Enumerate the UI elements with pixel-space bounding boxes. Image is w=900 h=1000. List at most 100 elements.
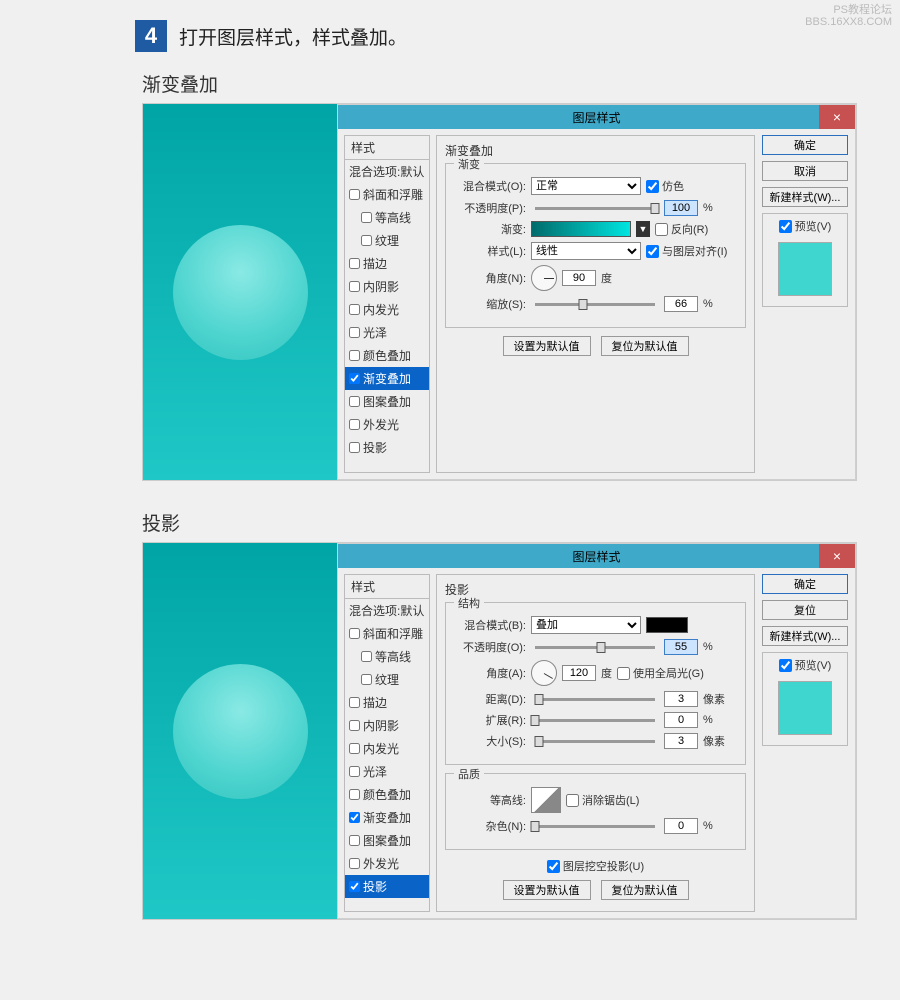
- angle-dial[interactable]: [531, 660, 557, 686]
- size-input[interactable]: [664, 733, 698, 749]
- make-default-button[interactable]: 设置为默认值: [503, 880, 591, 900]
- dialog-titlebar[interactable]: 图层样式 ×: [338, 105, 855, 129]
- shadow-color-swatch[interactable]: [646, 617, 688, 633]
- blend-mode-label: 混合模式(O):: [456, 178, 526, 194]
- preview-swatch: [778, 242, 832, 296]
- noise-input[interactable]: [664, 818, 698, 834]
- knockout-checkbox[interactable]: 图层挖空投影(U): [445, 858, 746, 874]
- style-item-2[interactable]: 纹理: [345, 229, 429, 252]
- style-item-label: 图案叠加: [363, 832, 411, 849]
- scale-input[interactable]: [664, 296, 698, 312]
- style-item-label: 等高线: [375, 648, 411, 665]
- gradient-dropdown-icon[interactable]: ▼: [636, 221, 650, 237]
- angle-label: 角度(A):: [456, 665, 526, 681]
- style-item-10[interactable]: 外发光: [345, 852, 429, 875]
- reset-default-button[interactable]: 复位为默认值: [601, 880, 689, 900]
- reset-button[interactable]: 复位: [762, 600, 848, 620]
- style-item-9[interactable]: 图案叠加: [345, 390, 429, 413]
- reverse-checkbox[interactable]: 反向(R): [655, 221, 708, 237]
- style-item-11[interactable]: 投影: [345, 436, 429, 459]
- style-list: 样式 混合选项:默认 斜面和浮雕等高线纹理描边内阴影内发光光泽颜色叠加渐变叠加图…: [344, 574, 430, 912]
- style-item-5[interactable]: 内发光: [345, 737, 429, 760]
- group-legend: 结构: [454, 595, 484, 611]
- new-style-button[interactable]: 新建样式(W)...: [762, 626, 848, 646]
- style-item-8[interactable]: 渐变叠加: [345, 806, 429, 829]
- preview-canvas-2: [143, 543, 337, 919]
- angle-input[interactable]: [562, 270, 596, 286]
- size-slider[interactable]: [535, 740, 655, 743]
- gradient-style-select[interactable]: 线性: [531, 242, 641, 260]
- ok-button[interactable]: 确定: [762, 135, 848, 155]
- close-button[interactable]: ×: [819, 105, 855, 129]
- spread-input[interactable]: [664, 712, 698, 728]
- style-item-label: 渐变叠加: [363, 809, 411, 826]
- dither-checkbox[interactable]: 仿色: [646, 178, 684, 194]
- style-item-0[interactable]: 斜面和浮雕: [345, 183, 429, 206]
- style-item-6[interactable]: 光泽: [345, 321, 429, 344]
- noise-slider[interactable]: [535, 825, 655, 828]
- style-item-label: 外发光: [363, 416, 399, 433]
- style-item-4[interactable]: 内阴影: [345, 714, 429, 737]
- style-item-8[interactable]: 渐变叠加: [345, 367, 429, 390]
- opacity-slider[interactable]: [535, 646, 655, 649]
- style-item-9[interactable]: 图案叠加: [345, 829, 429, 852]
- style-item-11[interactable]: 投影: [345, 875, 429, 898]
- spread-slider[interactable]: [535, 719, 655, 722]
- cancel-button[interactable]: 取消: [762, 161, 848, 181]
- style-item-label: 等高线: [375, 209, 411, 226]
- blend-options-item[interactable]: 混合选项:默认: [345, 599, 429, 622]
- style-item-3[interactable]: 描边: [345, 691, 429, 714]
- opacity-input[interactable]: [664, 200, 698, 216]
- align-checkbox[interactable]: 与图层对齐(I): [646, 243, 727, 259]
- scale-slider[interactable]: [535, 303, 655, 306]
- group-legend: 渐变: [454, 156, 484, 172]
- gradient-swatch[interactable]: [531, 221, 631, 237]
- style-item-1[interactable]: 等高线: [345, 206, 429, 229]
- close-button[interactable]: ×: [819, 544, 855, 568]
- style-item-label: 光泽: [363, 763, 387, 780]
- style-item-label: 斜面和浮雕: [363, 186, 423, 203]
- reset-default-button[interactable]: 复位为默认值: [601, 336, 689, 356]
- blend-mode-select[interactable]: 正常: [531, 177, 641, 195]
- preview-checkbox[interactable]: 预览(V): [779, 218, 832, 234]
- preview-checkbox[interactable]: 预览(V): [779, 657, 832, 673]
- make-default-button[interactable]: 设置为默认值: [503, 336, 591, 356]
- style-item-6[interactable]: 光泽: [345, 760, 429, 783]
- layer-style-dialog-1: 图层样式 × 样式 混合选项:默认 斜面和浮雕等高线纹理描边内阴影内发光光泽颜色…: [337, 104, 856, 480]
- opacity-slider[interactable]: [535, 207, 655, 210]
- watermark-text: PS教程论坛 BBS.16XX8.COM: [805, 4, 892, 28]
- distance-slider[interactable]: [535, 698, 655, 701]
- style-item-label: 内发光: [363, 301, 399, 318]
- style-item-label: 内发光: [363, 740, 399, 757]
- style-item-7[interactable]: 颜色叠加: [345, 783, 429, 806]
- blend-options-item[interactable]: 混合选项:默认: [345, 160, 429, 183]
- style-item-7[interactable]: 颜色叠加: [345, 344, 429, 367]
- style-item-0[interactable]: 斜面和浮雕: [345, 622, 429, 645]
- new-style-button[interactable]: 新建样式(W)...: [762, 187, 848, 207]
- opacity-input[interactable]: [664, 639, 698, 655]
- close-icon: ×: [833, 109, 841, 125]
- ok-button[interactable]: 确定: [762, 574, 848, 594]
- drop-shadow-panel: 投影 结构 混合模式(B): 叠加 不透明度(O): %: [436, 574, 755, 912]
- size-label: 大小(S):: [456, 733, 526, 749]
- antialias-checkbox[interactable]: 消除锯齿(L): [566, 792, 639, 808]
- style-item-1[interactable]: 等高线: [345, 645, 429, 668]
- distance-input[interactable]: [664, 691, 698, 707]
- style-item-label: 描边: [363, 255, 387, 272]
- angle-input[interactable]: [562, 665, 596, 681]
- step-number-badge: 4: [135, 20, 167, 52]
- style-item-2[interactable]: 纹理: [345, 668, 429, 691]
- angle-dial[interactable]: [531, 265, 557, 291]
- blend-mode-select[interactable]: 叠加: [531, 616, 641, 634]
- group-legend: 品质: [454, 766, 484, 782]
- contour-swatch[interactable]: [531, 787, 561, 813]
- style-item-3[interactable]: 描边: [345, 252, 429, 275]
- dialog-titlebar[interactable]: 图层样式 ×: [338, 544, 855, 568]
- global-light-checkbox[interactable]: 使用全局光(G): [617, 665, 704, 681]
- style-list: 样式 混合选项:默认 斜面和浮雕等高线纹理描边内阴影内发光光泽颜色叠加渐变叠加图…: [344, 135, 430, 473]
- preview-sphere: [173, 225, 308, 360]
- style-item-label: 投影: [363, 439, 387, 456]
- style-item-5[interactable]: 内发光: [345, 298, 429, 321]
- style-item-10[interactable]: 外发光: [345, 413, 429, 436]
- style-item-4[interactable]: 内阴影: [345, 275, 429, 298]
